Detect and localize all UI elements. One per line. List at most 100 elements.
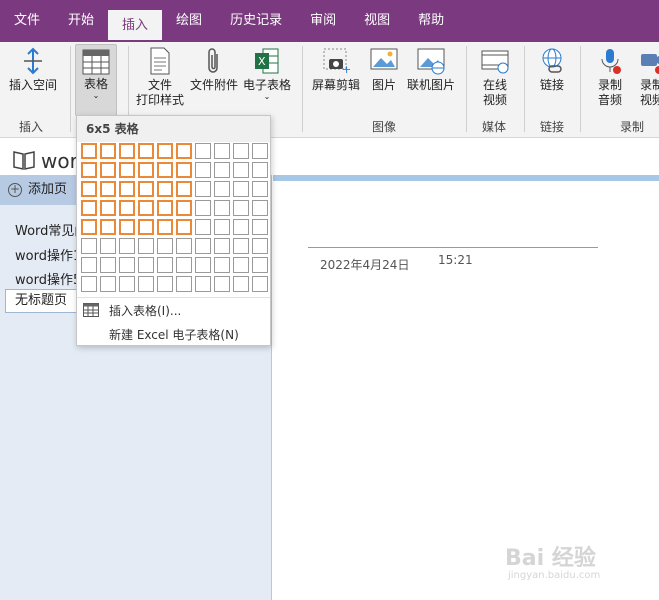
page-item[interactable]: word操作5 bbox=[15, 269, 81, 288]
table-grid-cell[interactable] bbox=[100, 143, 116, 159]
record-audio-button[interactable]: 录制 音频 bbox=[592, 46, 628, 108]
table-grid-cell[interactable] bbox=[138, 219, 154, 235]
insert-table-menu-item[interactable]: 插入表格(I)... bbox=[109, 302, 181, 319]
table-grid-cell[interactable] bbox=[233, 162, 249, 178]
table-grid-cell[interactable] bbox=[157, 143, 173, 159]
menu-review[interactable]: 审阅 bbox=[296, 0, 350, 42]
table-grid-cell[interactable] bbox=[214, 276, 230, 292]
table-grid-cell[interactable] bbox=[233, 257, 249, 273]
spreadsheet-button[interactable]: X 电子表格 ⌄ bbox=[241, 46, 293, 101]
menu-file[interactable]: 文件 bbox=[0, 0, 54, 42]
table-grid-cell[interactable] bbox=[176, 238, 192, 254]
table-grid-cell[interactable] bbox=[157, 200, 173, 216]
table-grid-cell[interactable] bbox=[100, 238, 116, 254]
table-grid-cell[interactable] bbox=[138, 200, 154, 216]
table-grid-cell[interactable] bbox=[252, 181, 268, 197]
file-attachment-button[interactable]: 文件附件 bbox=[187, 46, 241, 93]
link-button[interactable]: 链接 bbox=[532, 46, 572, 93]
table-grid-cell[interactable] bbox=[214, 219, 230, 235]
table-grid-cell[interactable] bbox=[157, 181, 173, 197]
table-grid-cell[interactable] bbox=[119, 219, 135, 235]
table-grid-cell[interactable] bbox=[252, 276, 268, 292]
table-grid-cell[interactable] bbox=[214, 181, 230, 197]
menu-draw[interactable]: 绘图 bbox=[162, 0, 216, 42]
table-grid-cell[interactable] bbox=[138, 238, 154, 254]
table-grid-cell[interactable] bbox=[214, 238, 230, 254]
menu-view[interactable]: 视图 bbox=[350, 0, 404, 42]
table-grid-cell[interactable] bbox=[81, 219, 97, 235]
table-grid-cell[interactable] bbox=[157, 257, 173, 273]
table-grid-cell[interactable] bbox=[195, 200, 211, 216]
insert-space-button[interactable]: 插入空间 bbox=[6, 46, 60, 93]
new-excel-spreadsheet-menu-item[interactable]: 新建 Excel 电子表格(N) bbox=[109, 326, 239, 343]
table-grid-cell[interactable] bbox=[119, 257, 135, 273]
file-printout-button[interactable]: 文件 打印样式 bbox=[134, 46, 186, 108]
table-grid-cell[interactable] bbox=[138, 162, 154, 178]
page-title-underline[interactable] bbox=[308, 247, 598, 248]
table-grid-cell[interactable] bbox=[81, 200, 97, 216]
page-item[interactable]: word操作1 bbox=[15, 245, 81, 264]
menu-help[interactable]: 帮助 bbox=[404, 0, 458, 42]
table-grid-cell[interactable] bbox=[157, 238, 173, 254]
table-grid-cell[interactable] bbox=[100, 276, 116, 292]
table-grid-cell[interactable] bbox=[176, 181, 192, 197]
table-grid-cell[interactable] bbox=[81, 257, 97, 273]
table-grid-cell[interactable] bbox=[252, 200, 268, 216]
table-grid-cell[interactable] bbox=[81, 181, 97, 197]
table-grid-cell[interactable] bbox=[176, 200, 192, 216]
table-grid-cell[interactable] bbox=[233, 219, 249, 235]
table-grid-cell[interactable] bbox=[233, 143, 249, 159]
table-grid-cell[interactable] bbox=[176, 219, 192, 235]
table-grid-cell[interactable] bbox=[233, 238, 249, 254]
table-grid-cell[interactable] bbox=[100, 162, 116, 178]
table-grid-cell[interactable] bbox=[81, 162, 97, 178]
table-grid-cell[interactable] bbox=[157, 219, 173, 235]
table-grid-cell[interactable] bbox=[252, 257, 268, 273]
table-grid-cell[interactable] bbox=[214, 143, 230, 159]
table-grid-cell[interactable] bbox=[138, 181, 154, 197]
picture-button[interactable]: 图片 bbox=[366, 46, 402, 93]
table-grid-cell[interactable] bbox=[176, 162, 192, 178]
table-grid-cell[interactable] bbox=[195, 181, 211, 197]
table-grid-cell[interactable] bbox=[81, 238, 97, 254]
table-grid-cell[interactable] bbox=[157, 162, 173, 178]
table-grid-cell[interactable] bbox=[195, 257, 211, 273]
table-grid-cell[interactable] bbox=[195, 276, 211, 292]
table-grid-cell[interactable] bbox=[195, 162, 211, 178]
table-grid-cell[interactable] bbox=[252, 162, 268, 178]
table-grid-cell[interactable] bbox=[100, 181, 116, 197]
table-grid-cell[interactable] bbox=[81, 276, 97, 292]
table-grid-cell[interactable] bbox=[119, 200, 135, 216]
table-grid-cell[interactable] bbox=[214, 200, 230, 216]
table-grid-cell[interactable] bbox=[119, 162, 135, 178]
table-grid-cell[interactable] bbox=[119, 238, 135, 254]
table-grid-cell[interactable] bbox=[252, 143, 268, 159]
table-grid-cell[interactable] bbox=[195, 143, 211, 159]
table-grid-cell[interactable] bbox=[119, 276, 135, 292]
table-grid-cell[interactable] bbox=[252, 219, 268, 235]
table-grid-cell[interactable] bbox=[252, 238, 268, 254]
table-grid-cell[interactable] bbox=[176, 143, 192, 159]
table-grid-cell[interactable] bbox=[119, 143, 135, 159]
table-grid-cell[interactable] bbox=[176, 276, 192, 292]
table-grid-cell[interactable] bbox=[138, 143, 154, 159]
table-grid-cell[interactable] bbox=[157, 276, 173, 292]
table-grid-cell[interactable] bbox=[119, 181, 135, 197]
table-grid-cell[interactable] bbox=[214, 257, 230, 273]
table-button[interactable]: 表格 ⌄ bbox=[75, 44, 117, 116]
table-grid-cell[interactable] bbox=[195, 238, 211, 254]
table-grid-cell[interactable] bbox=[100, 200, 116, 216]
table-grid-cell[interactable] bbox=[214, 162, 230, 178]
record-video-button[interactable]: 录制 视频 bbox=[634, 46, 659, 108]
table-grid-cell[interactable] bbox=[100, 219, 116, 235]
online-video-button[interactable]: 在线 视频 bbox=[474, 46, 516, 108]
screen-clipping-button[interactable]: + 屏幕剪辑 bbox=[308, 46, 364, 93]
menu-history[interactable]: 历史记录 bbox=[216, 0, 296, 42]
online-pictures-button[interactable]: 联机图片 bbox=[404, 46, 458, 93]
table-grid-cell[interactable] bbox=[233, 200, 249, 216]
table-grid-cell[interactable] bbox=[81, 143, 97, 159]
table-grid-cell[interactable] bbox=[100, 257, 116, 273]
menu-insert[interactable]: 插入 bbox=[108, 10, 163, 42]
table-grid-cell[interactable] bbox=[233, 276, 249, 292]
table-grid-cell[interactable] bbox=[138, 257, 154, 273]
